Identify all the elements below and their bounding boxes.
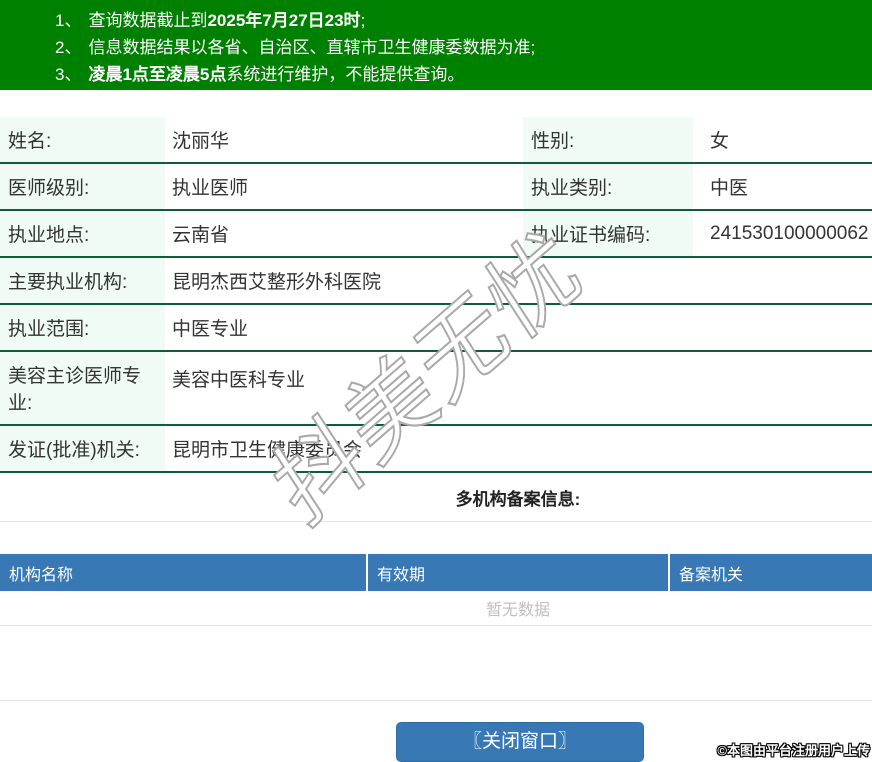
- notice-text: 信息数据结果以各省、自治区、直辖市卫生健康委数据为准;: [88, 38, 536, 57]
- spacer: [0, 626, 872, 701]
- notice-banner: 1、 查询数据截止到2025年7月27日23时; 2、 信息数据结果以各省、自治区、…: [0, 0, 872, 90]
- cosmetic-chief-specialty-value: 美容中医科专业: [172, 370, 306, 391]
- multi-org-section-title: 多机构备案信息:: [0, 473, 872, 522]
- table-row: 执业地点: 云南省 执业证书编码: 241530100000062: [0, 211, 872, 258]
- table-row: 主要执业机构: 昆明杰西艾整形外科医院: [0, 258, 872, 305]
- gender-label: 性别:: [523, 117, 693, 162]
- close-window-button[interactable]: 〖关闭窗口〗: [396, 722, 644, 762]
- practice-location-value: 云南省: [172, 225, 230, 246]
- page-container: 1、 查询数据截止到2025年7月27日23时; 2、 信息数据结果以各省、自治区、…: [0, 0, 872, 762]
- doctor-level-label: 医师级别:: [0, 164, 165, 209]
- certificate-number-label: 执业证书编码:: [523, 211, 693, 256]
- notice-line-3: 3、 凌晨1点至凌晨5点系统进行维护，不能提供查询。: [55, 61, 872, 88]
- practice-category-label: 执业类别:: [523, 164, 693, 209]
- notice-number: 1、: [55, 11, 82, 30]
- gender-value: 女: [710, 131, 730, 152]
- column-header-filing-authority: 备案机关: [679, 566, 744, 584]
- notice-text-bold: 凌晨1点至凌晨5点: [88, 65, 227, 84]
- practice-scope-value: 中医专业: [172, 319, 249, 340]
- practice-scope-label: 执业范围:: [0, 305, 165, 350]
- notice-number: 2、: [55, 38, 82, 57]
- empty-data-placeholder: 暂无数据: [0, 591, 872, 626]
- main-institution-value: 昆明杰西艾整形外科医院: [172, 272, 382, 293]
- notice-number: 3、: [55, 65, 82, 84]
- notice-text: ;: [360, 11, 366, 30]
- name-label: 姓名:: [0, 117, 165, 162]
- notice-line-2: 2、 信息数据结果以各省、自治区、直辖市卫生健康委数据为准;: [55, 34, 872, 61]
- table-row: 姓名: 沈丽华 性别: 女: [0, 117, 872, 164]
- practice-location-label: 执业地点:: [0, 211, 165, 256]
- issuing-authority-label: 发证(批准)机关:: [0, 426, 165, 471]
- table-row: 执业范围: 中医专业: [0, 305, 872, 352]
- notice-text-bold: 2025年7月27日23时: [207, 11, 361, 30]
- issuing-authority-value: 昆明市卫生健康委员会: [172, 440, 363, 461]
- certificate-number-value: 241530100000062: [710, 222, 869, 244]
- multi-org-table-header: 机构名称 有效期 备案机关: [0, 554, 872, 591]
- column-header-validity-period: 有效期: [368, 554, 670, 591]
- button-area: 〖关闭窗口〗: [0, 701, 872, 762]
- doctor-level-value: 执业医师: [172, 178, 249, 199]
- cosmetic-chief-specialty-label: 美容主诊医师专业:: [0, 352, 165, 424]
- doctor-profile-table: 姓名: 沈丽华 性别: 女 医师级别: 执业医师 执业类别: 中医 执业地点: …: [0, 117, 872, 473]
- main-institution-label: 主要执业机构:: [0, 258, 165, 303]
- column-header-institution-name: 机构名称: [0, 554, 368, 591]
- notice-text: 系统进行维护，不能提供查询。: [226, 65, 465, 84]
- notice-line-1: 1、 查询数据截止到2025年7月27日23时;: [55, 7, 872, 34]
- practice-category-value: 中医: [710, 178, 749, 199]
- name-value: 沈丽华: [172, 131, 230, 152]
- table-row: 发证(批准)机关: 昆明市卫生健康委员会: [0, 426, 872, 473]
- table-row: 美容主诊医师专业: 美容中医科专业: [0, 352, 872, 426]
- notice-text: 查询数据截止到: [88, 11, 208, 30]
- table-row: 医师级别: 执业医师 执业类别: 中医: [0, 164, 872, 211]
